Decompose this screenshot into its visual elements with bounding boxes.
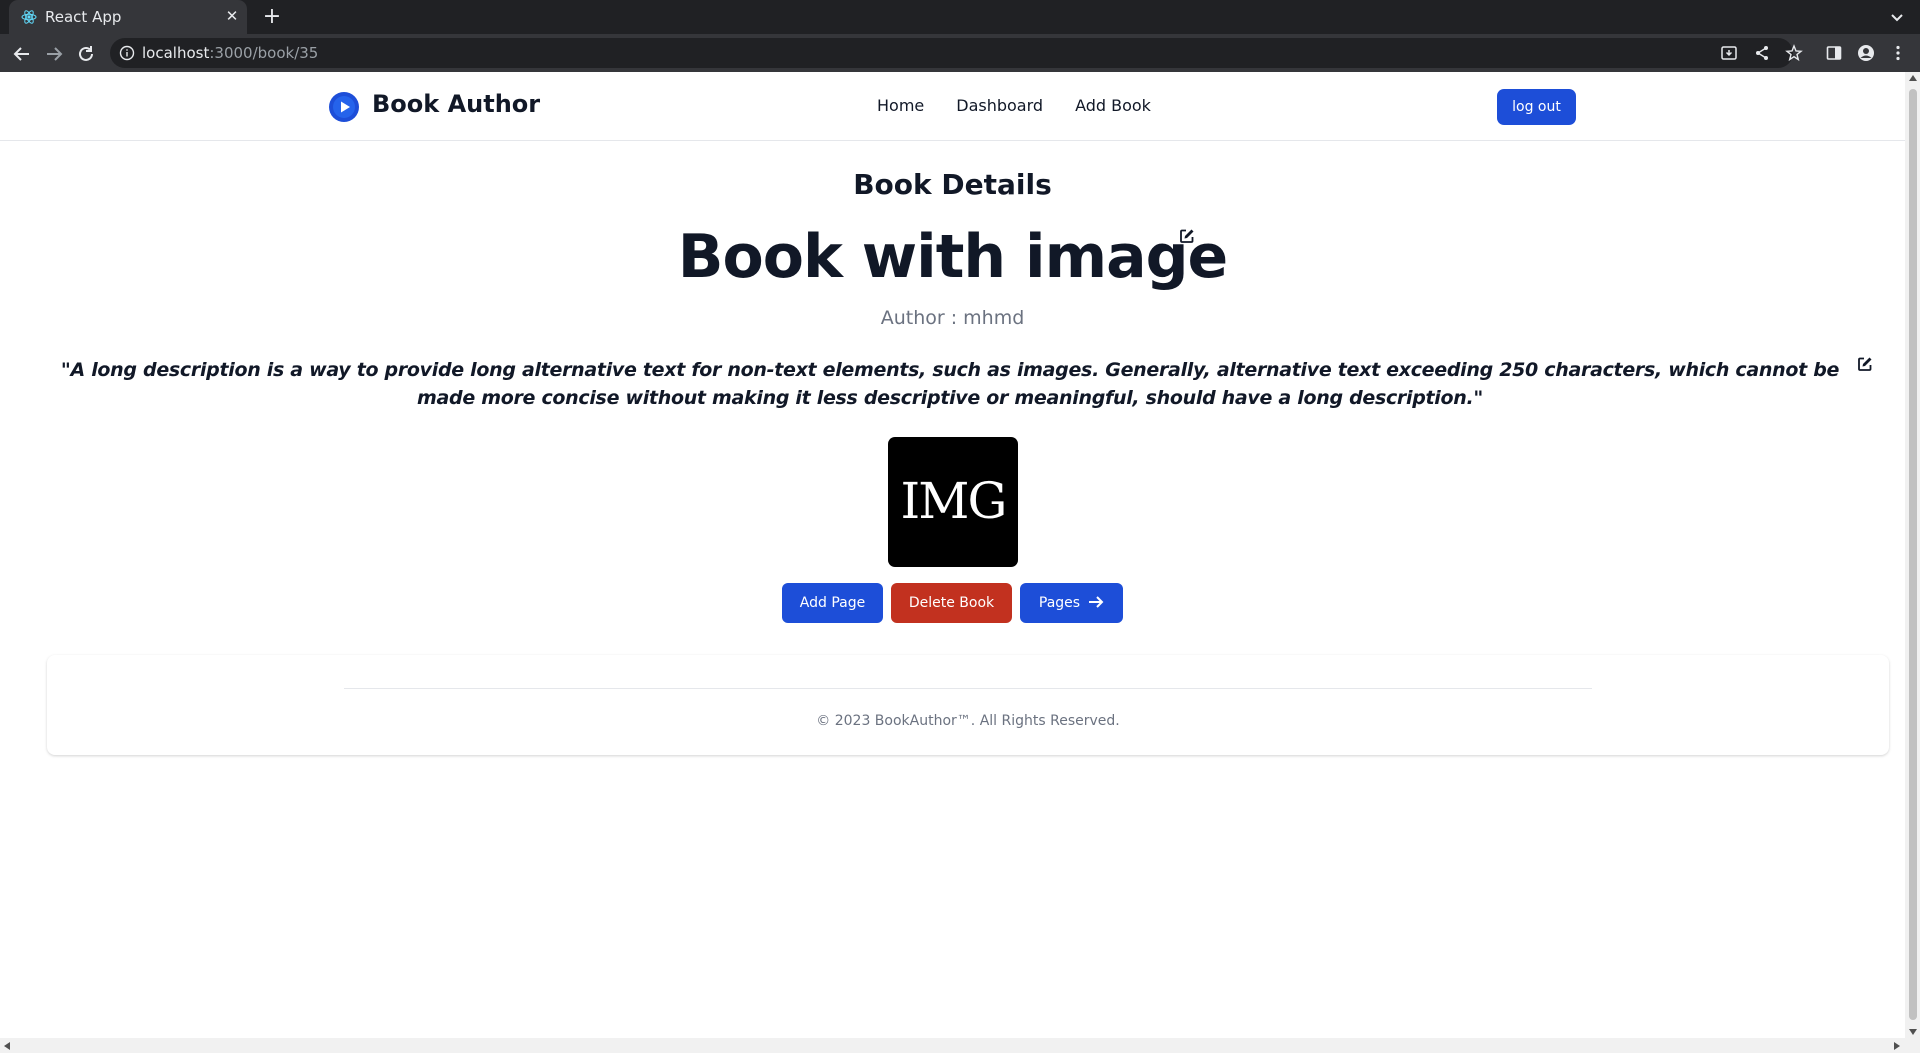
scroll-up-arrow-icon[interactable]	[1909, 75, 1917, 81]
browser-tab[interactable]: React App ✕	[9, 0, 247, 34]
tab-search-chevron-icon[interactable]	[1888, 8, 1906, 26]
share-icon[interactable]	[1753, 44, 1771, 62]
footer-divider	[344, 688, 1592, 689]
arrow-right-icon	[1089, 595, 1104, 608]
pages-button[interactable]: Pages	[1020, 583, 1123, 623]
img-placeholder-graphic: IMG	[901, 472, 1008, 530]
vertical-scrollbar[interactable]	[1905, 72, 1920, 1038]
browser-toolbar: localhost:3000/book/35	[0, 34, 1920, 72]
nav-link-dashboard[interactable]: Dashboard	[956, 96, 1043, 115]
profile-avatar-icon[interactable]	[1857, 44, 1875, 62]
edit-description-icon[interactable]	[1857, 356, 1873, 372]
browser-tab-strip: React App ✕ +	[0, 0, 1920, 34]
edit-title-icon[interactable]	[1179, 228, 1195, 244]
pages-button-label: Pages	[1038, 595, 1081, 611]
tab-title: React App	[45, 8, 122, 26]
section-title: Book Details	[853, 168, 1052, 201]
url-host: localhost	[142, 44, 210, 62]
url-path: :3000/book/35	[209, 44, 319, 62]
install-app-icon[interactable]	[1720, 44, 1738, 62]
footer-copyright: © 2023 BookAuthor™. All Rights Reserved.	[816, 713, 1120, 729]
reload-icon[interactable]	[75, 43, 97, 65]
back-arrow-icon[interactable]	[11, 43, 33, 65]
scroll-right-arrow-icon[interactable]	[1894, 1042, 1900, 1050]
url-text: localhost:3000/book/35	[142, 44, 318, 62]
logout-button[interactable]: log out	[1497, 89, 1576, 125]
brand-name[interactable]: Book Author	[372, 90, 540, 118]
bookmark-star-icon[interactable]	[1785, 44, 1803, 62]
horizontal-scrollbar[interactable]	[0, 1038, 1920, 1053]
nav-link-add-book[interactable]: Add Book	[1075, 96, 1151, 115]
forward-arrow-icon[interactable]	[43, 43, 65, 65]
vertical-scroll-thumb[interactable]	[1909, 89, 1917, 1020]
book-title: Book with image	[677, 222, 1228, 292]
scroll-left-arrow-icon[interactable]	[4, 1042, 10, 1050]
page-viewport: Book Author Home Dashboard Add Book log …	[0, 72, 1905, 1038]
react-favicon-icon	[21, 10, 37, 24]
new-tab-button[interactable]: +	[260, 5, 284, 29]
play-circle-icon[interactable]	[328, 91, 360, 123]
book-author: Author : mhmd	[880, 307, 1025, 329]
book-description: "A long description is a way to provide …	[60, 359, 1840, 409]
image-text: IMG	[901, 472, 1006, 530]
browser-menu-icon[interactable]	[1889, 44, 1907, 62]
main-nav: Home Dashboard Add Book	[877, 96, 1151, 115]
side-panel-icon[interactable]	[1825, 44, 1843, 62]
book-cover-image: IMG	[888, 437, 1018, 567]
site-info-icon[interactable]	[119, 45, 135, 61]
site-navbar: Book Author Home Dashboard Add Book log …	[0, 72, 1905, 141]
site-footer: © 2023 BookAuthor™. All Rights Reserved.	[47, 655, 1889, 755]
add-page-button[interactable]: Add Page	[782, 583, 883, 623]
delete-book-button[interactable]: Delete Book	[891, 583, 1012, 623]
tab-close-icon[interactable]: ✕	[222, 6, 242, 26]
address-bar[interactable]: localhost:3000/book/35	[110, 38, 1793, 68]
nav-link-home[interactable]: Home	[877, 96, 924, 115]
scroll-down-arrow-icon[interactable]	[1909, 1029, 1917, 1035]
